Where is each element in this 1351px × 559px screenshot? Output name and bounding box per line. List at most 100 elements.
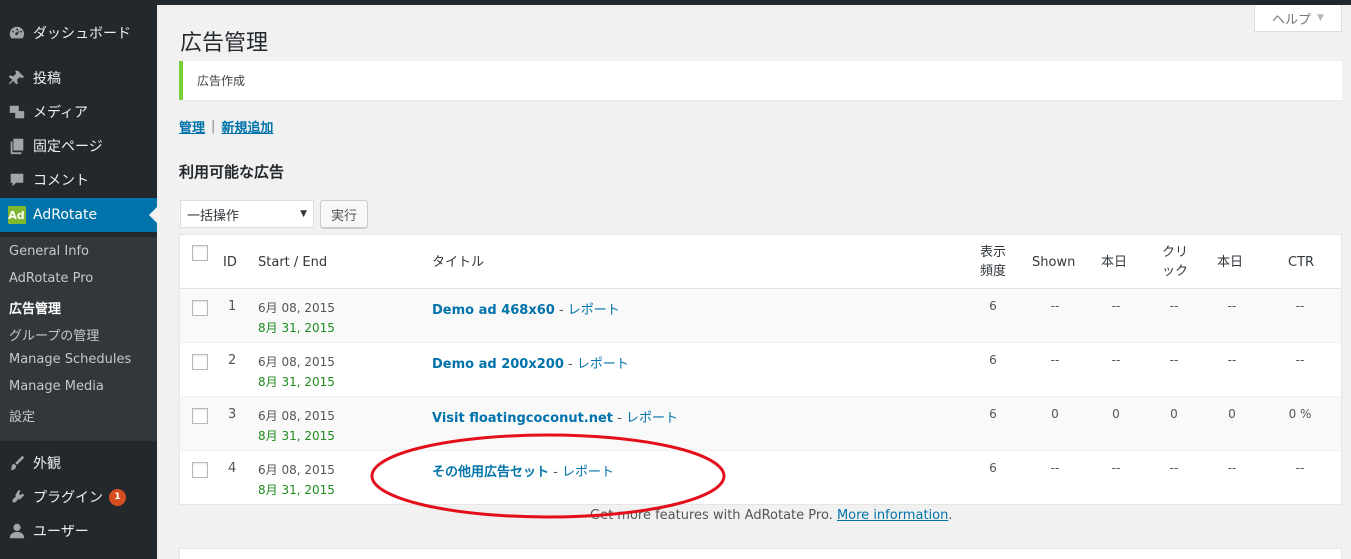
ad-title-link[interactable]: Demo ad 468x60	[432, 303, 555, 318]
paintbrush-icon	[0, 454, 33, 472]
report-link[interactable]: レポート	[626, 411, 678, 426]
report-link[interactable]: レポート	[577, 357, 629, 372]
row-checkbox[interactable]	[192, 462, 208, 478]
manage-link[interactable]: 管理	[179, 117, 205, 136]
subnav-separator: |	[211, 119, 216, 134]
ad-title-link[interactable]: Demo ad 200x200	[432, 357, 564, 372]
dashboard-icon	[0, 24, 33, 42]
sidebar-item-appearance[interactable]: 外観	[0, 446, 157, 480]
ads-table: ID Start / End タイトル 表示 頻度 Shown 本日 クリ ック 本…	[179, 234, 1342, 505]
submenu-adrotate-pro[interactable]: AdRotate Pro	[9, 271, 93, 286]
help-tab-label: ヘルプ	[1272, 12, 1312, 28]
ad-shown: --	[1050, 461, 1060, 475]
sidebar-item-label: AdRotate	[33, 207, 98, 223]
sidebar-item-pages[interactable]: 固定ページ	[0, 129, 157, 163]
submenu-settings[interactable]: 設定	[9, 406, 35, 425]
section-title: 利用可能な広告	[179, 163, 285, 181]
row-checkbox[interactable]	[192, 408, 208, 424]
ad-start-date: 6月 08, 2015	[258, 355, 335, 369]
submenu-general-info[interactable]: General Info	[9, 244, 89, 259]
report-link[interactable]: レポート	[562, 465, 614, 480]
sidebar-item-users[interactable]: ユーザー	[0, 514, 157, 548]
table-row: 4 6月 08, 2015 8月 31, 2015 その他用広告セット - レポ…	[180, 451, 1341, 505]
submenu-manage-media[interactable]: Manage Media	[9, 379, 104, 394]
column-header-ctr: CTR	[1288, 255, 1315, 270]
footer-text: Get more features with AdRotate Pro.	[590, 508, 833, 523]
select-all-checkbox[interactable]	[192, 245, 208, 261]
ad-clicks: 0	[1170, 407, 1178, 421]
sidebar-item-plugins[interactable]: プラグイン 1	[0, 480, 157, 514]
ad-title-cell: Visit floatingcoconut.net - レポート	[432, 411, 679, 426]
ad-today-clicks: --	[1227, 461, 1237, 475]
submenu-manage-groups[interactable]: グループの管理	[9, 325, 99, 344]
more-information-link[interactable]: More information	[837, 508, 948, 523]
submenu-manage-schedules[interactable]: Manage Schedules	[9, 352, 131, 367]
ad-start-date: 6月 08, 2015	[258, 301, 335, 315]
row-checkbox[interactable]	[192, 354, 208, 370]
ad-id: 2	[228, 353, 237, 368]
media-icon	[0, 103, 33, 121]
sidebar-item-label: ダッシュボード	[33, 26, 131, 42]
bulk-action-selected: 一括操作	[187, 208, 240, 224]
comment-icon	[0, 171, 33, 189]
sidebar-item-label: 投稿	[33, 71, 61, 87]
user-icon	[0, 522, 33, 540]
ad-ctr: --	[1295, 353, 1305, 367]
notice-message: 広告作成	[179, 61, 1342, 100]
ad-ctr: --	[1295, 299, 1305, 313]
ad-clicks: --	[1169, 353, 1179, 367]
update-count-badge: 1	[109, 488, 126, 506]
page-title: 広告管理	[180, 31, 269, 56]
sidebar-item-label: コメント	[33, 173, 89, 189]
ad-title-cell: その他用広告セット - レポート	[432, 465, 614, 480]
column-header-title: タイトル	[432, 255, 485, 270]
sidebar-item-label: メディア	[33, 105, 89, 121]
sidebar-item-dashboard[interactable]: ダッシュボード	[0, 16, 157, 50]
table-row: 3 6月 08, 2015 8月 31, 2015 Visit floating…	[180, 397, 1341, 451]
ad-title-link[interactable]: Visit floatingcoconut.net	[432, 411, 613, 426]
admin-top-bar	[0, 0, 1351, 5]
sidebar-item-label: ユーザー	[33, 524, 89, 540]
ad-end-date: 8月 31, 2015	[258, 375, 335, 389]
table-row: 2 6月 08, 2015 8月 31, 2015 Demo ad 200x20…	[180, 343, 1341, 397]
ad-start-date: 6月 08, 2015	[258, 463, 335, 477]
bulk-action-select[interactable]: 一括操作 ▼	[180, 200, 314, 228]
ad-today: --	[1111, 353, 1121, 367]
sidebar-item-media[interactable]: メディア	[0, 95, 157, 129]
ad-ctr: --	[1295, 461, 1305, 475]
column-header-shown: Shown	[1032, 255, 1076, 270]
notice-text: 広告作成	[197, 74, 246, 88]
help-tab-button[interactable]: ヘルプ ▼	[1254, 5, 1342, 32]
adrotate-logo-icon: Ad	[0, 206, 33, 224]
next-panel	[179, 548, 1342, 559]
sidebar-item-adrotate[interactable]: Ad AdRotate	[0, 198, 157, 232]
ad-title-cell: Demo ad 468x60 - レポート	[432, 303, 620, 318]
column-header-clicks: クリ ック	[1161, 245, 1188, 279]
table-header-row: ID Start / End タイトル 表示 頻度 Shown 本日 クリ ック 本…	[180, 235, 1341, 289]
apply-button[interactable]: 実行	[320, 200, 368, 228]
admin-sidebar: ダッシュボード 投稿 メディア 固定ページ コメント Ad AdRotate G…	[0, 5, 157, 559]
ad-today: --	[1111, 461, 1121, 475]
ad-title-cell: Demo ad 200x200 - レポート	[432, 357, 629, 372]
sidebar-item-posts[interactable]: 投稿	[0, 61, 157, 95]
report-link[interactable]: レポート	[568, 303, 620, 318]
submenu-manage-ads[interactable]: 広告管理	[9, 298, 61, 317]
ad-start-date: 6月 08, 2015	[258, 409, 335, 423]
ad-end-date: 8月 31, 2015	[258, 321, 335, 335]
add-new-link[interactable]: 新規追加	[221, 117, 273, 136]
ad-impressions: 6	[989, 461, 997, 475]
ad-impressions: 6	[989, 407, 997, 421]
dropdown-arrow-icon: ▼	[300, 209, 307, 219]
footer-note: Get more features with AdRotate Pro. Mor…	[590, 508, 953, 523]
ad-today: 0	[1112, 407, 1120, 421]
ad-ctr: 0 %	[1288, 407, 1312, 421]
ad-end-date: 8月 31, 2015	[258, 429, 335, 443]
sidebar-item-label: プラグイン	[33, 490, 103, 506]
table-row: 1 6月 08, 2015 8月 31, 2015 Demo ad 468x60…	[180, 289, 1341, 343]
column-header-today-clicks: 本日	[1217, 255, 1244, 270]
sidebar-item-label: 固定ページ	[33, 139, 103, 155]
ad-id: 1	[228, 299, 237, 314]
row-checkbox[interactable]	[192, 300, 208, 316]
ad-title-link[interactable]: その他用広告セット	[432, 465, 549, 480]
sidebar-item-comments[interactable]: コメント	[0, 163, 157, 197]
